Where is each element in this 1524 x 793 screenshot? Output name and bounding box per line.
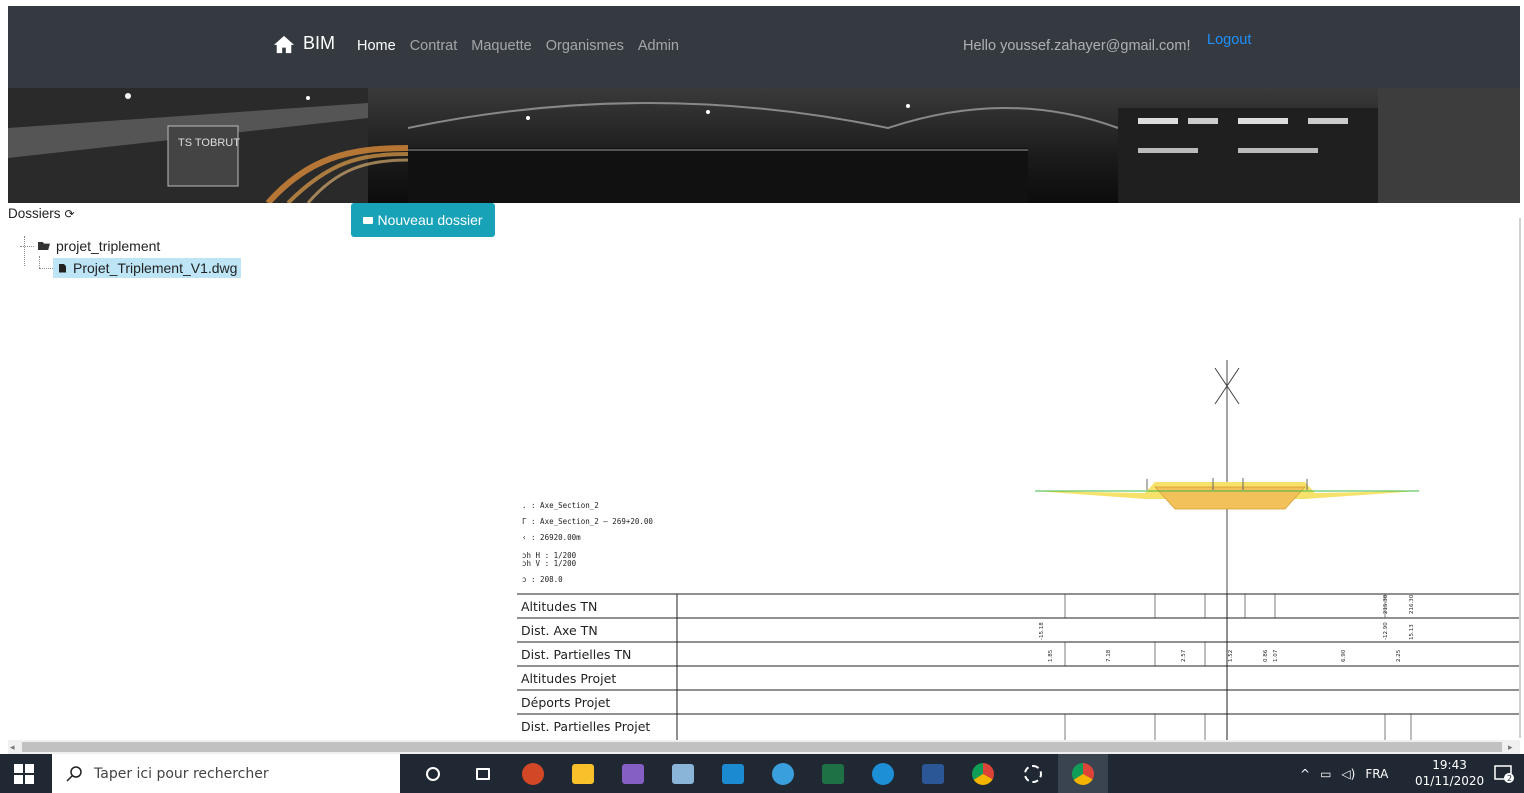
navbar: BIM Home Contrat Maquette Organismes Adm… xyxy=(8,6,1520,88)
tree-connector xyxy=(24,236,25,266)
tree-connector xyxy=(39,268,53,269)
search-placeholder: Taper ici pour rechercher xyxy=(94,765,269,782)
language-indicator[interactable]: FRA xyxy=(1365,767,1388,781)
table-value: -12.90 xyxy=(1383,622,1389,640)
table-value: 15.13 xyxy=(1409,624,1415,640)
tree-connector xyxy=(39,256,40,268)
table-row-label: Dist. Partielles TN xyxy=(521,647,631,662)
speaker-icon[interactable]: ◁) xyxy=(1341,767,1355,781)
nav-organismes[interactable]: Organismes xyxy=(546,38,624,54)
drawing-header-line: ‹ : 26920.00m xyxy=(522,533,581,542)
refresh-icon[interactable]: ⟳ xyxy=(65,207,75,221)
table-row-label: Altitudes TN xyxy=(521,599,597,614)
cortana-icon[interactable] xyxy=(408,754,458,793)
table-value: 0.86 xyxy=(1263,649,1269,662)
chevron-up-icon[interactable]: ^ xyxy=(1300,767,1310,781)
tree-connector xyxy=(20,246,34,247)
system-tray: ^ ▭ ◁) FRA xyxy=(1300,754,1388,793)
table-value: -15.18 xyxy=(1039,622,1045,640)
table-value: 7.18 xyxy=(1106,649,1112,662)
taskbar-apps xyxy=(408,754,1108,793)
table-value: 1.07 xyxy=(1273,649,1279,662)
dwg-viewer[interactable]: . : Axe_Section_2 Γ : Axe_Section_2 — 26… xyxy=(505,360,1521,740)
windows-taskbar: Taper ici pour rechercher ^ ▭ ◁) FRA 19:… xyxy=(0,754,1524,793)
viewer-border xyxy=(1519,218,1521,738)
nav-contrat[interactable]: Contrat xyxy=(410,38,458,54)
table-value: 215.38 xyxy=(1383,594,1389,614)
tree-node-label: Projet_Triplement_V1.dwg xyxy=(73,260,238,276)
drawing-header-line: ɔh V : 1/200 xyxy=(522,559,577,568)
table-row-label: Altitudes Projet xyxy=(521,671,616,686)
table-value: 6.90 xyxy=(1341,649,1347,662)
taskbar-search-input[interactable]: Taper ici pour rechercher xyxy=(52,754,400,793)
city-night-banner: TS TOBRUT xyxy=(8,88,1520,203)
horizontal-scrollbar[interactable]: ◂ ▸ xyxy=(8,740,1520,754)
new-folder-button[interactable]: Nouveau dossier xyxy=(351,203,495,237)
cross-section-drawing: . : Axe_Section_2 Γ : Axe_Section_2 — 26… xyxy=(517,360,1521,740)
drawing-header-line: Γ : Axe_Section_2 — 269+20.00 xyxy=(522,517,653,526)
folders-header: Dossiers ⟳ xyxy=(8,206,75,221)
tools-app-icon[interactable] xyxy=(658,754,708,793)
table-row-label: Dist. Axe TN xyxy=(521,623,598,638)
clock-time: 19:43 xyxy=(1432,758,1467,772)
table-row-label: Dist. Partielles Projet xyxy=(521,719,650,734)
user-greeting: Hello youssef.zahayer@gmail.com! xyxy=(963,38,1191,54)
edge-icon[interactable] xyxy=(858,754,908,793)
nav-admin[interactable]: Admin xyxy=(638,38,679,54)
nav-home[interactable]: Home xyxy=(357,38,396,54)
table-value: 1.52 xyxy=(1228,650,1234,662)
brand[interactable]: BIM xyxy=(273,33,335,54)
clock[interactable]: 19:43 01/11/2020 xyxy=(1415,757,1484,789)
nav-maquette[interactable]: Maquette xyxy=(471,38,531,54)
brand-label: BIM xyxy=(303,33,336,53)
file-icon xyxy=(59,263,66,273)
scroll-left-icon[interactable]: ◂ xyxy=(10,742,15,753)
new-folder-label: Nouveau dossier xyxy=(377,212,483,228)
scrollbar-thumb[interactable] xyxy=(22,742,1502,752)
chrome-active-icon[interactable] xyxy=(1058,754,1108,793)
excel-icon[interactable] xyxy=(808,754,858,793)
nav-links: Home Contrat Maquette Organismes Admin xyxy=(357,38,679,54)
word-icon[interactable] xyxy=(908,754,958,793)
logout-link[interactable]: Logout xyxy=(1207,32,1251,48)
app-page: BIM Home Contrat Maquette Organismes Adm… xyxy=(0,0,1524,793)
search-icon xyxy=(66,765,82,782)
drawing-header-line: . : Axe_Section_2 xyxy=(522,501,599,510)
scroll-right-icon[interactable]: ▸ xyxy=(1508,742,1513,753)
tree-node-label: projet_triplement xyxy=(56,238,161,254)
task-view-icon[interactable] xyxy=(458,754,508,793)
table-value: 216.30 xyxy=(1409,594,1415,614)
settings-icon[interactable] xyxy=(1008,754,1058,793)
notification-icon[interactable]: 2 xyxy=(1493,764,1515,784)
powerpoint-icon[interactable] xyxy=(508,754,558,793)
folders-title: Dossiers xyxy=(8,206,61,221)
network-icon[interactable]: ▭ xyxy=(1320,767,1331,781)
visual-studio-icon[interactable] xyxy=(608,754,658,793)
folder-open-icon xyxy=(38,242,50,250)
home-icon xyxy=(274,35,294,53)
table-row-label: Déports Projet xyxy=(521,695,610,710)
file-explorer-icon[interactable] xyxy=(558,754,608,793)
paint-icon[interactable] xyxy=(758,754,808,793)
folder-icon xyxy=(363,216,374,224)
tree-node-root[interactable]: projet_triplement xyxy=(38,238,160,254)
civil-3d-icon[interactable] xyxy=(708,754,758,793)
drawing-header-line: ɔ : 208.0 xyxy=(522,575,563,584)
notification-count: 2 xyxy=(1507,774,1512,783)
windows-start-icon[interactable] xyxy=(14,764,34,784)
svg-text:TS TOBRUT: TS TOBRUT xyxy=(178,137,240,149)
table-value: 2.57 xyxy=(1181,649,1187,662)
tree-node-file[interactable]: Projet_Triplement_V1.dwg xyxy=(53,258,242,278)
table-value: 1.85 xyxy=(1048,649,1054,662)
chrome-icon[interactable] xyxy=(958,754,1008,793)
table-value: 2.25 xyxy=(1396,649,1402,662)
clock-date: 01/11/2020 xyxy=(1415,774,1485,788)
